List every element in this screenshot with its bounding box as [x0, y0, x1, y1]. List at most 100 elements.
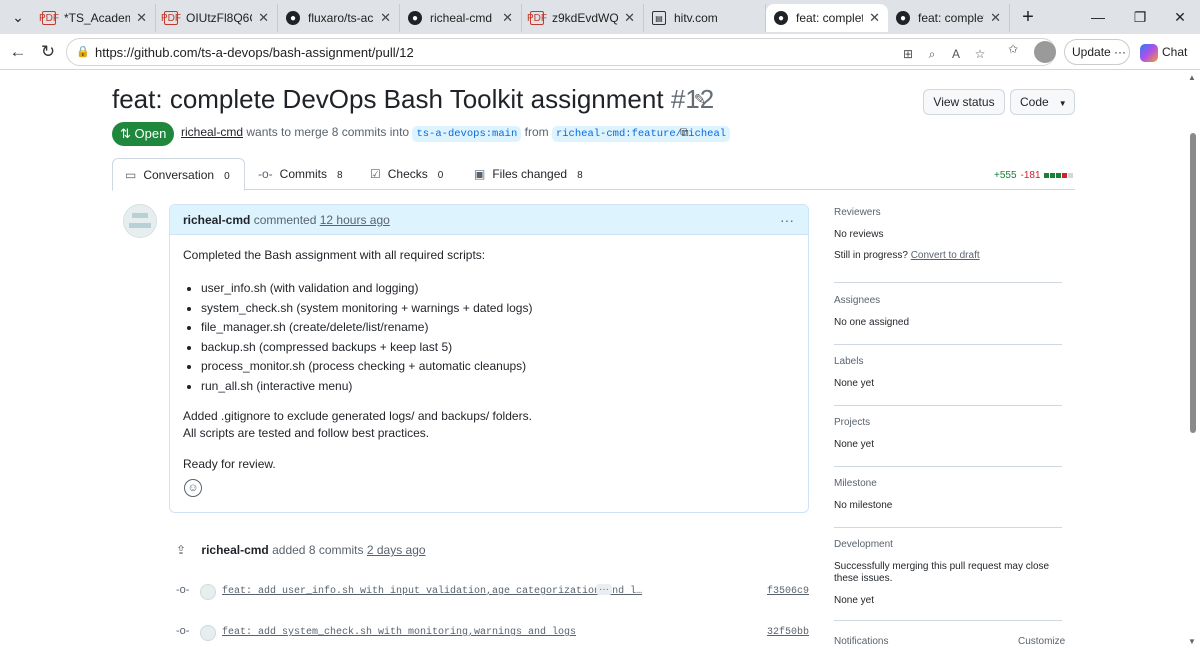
kebab-menu-icon[interactable]: ···: [780, 205, 794, 235]
browser-tab[interactable]: PDF z9kdEvdWQryh ✕: [522, 4, 644, 32]
comment-author[interactable]: richeal-cmd: [183, 213, 250, 227]
expand-commit-button[interactable]: ···: [596, 584, 612, 595]
commit-icon: -o-: [258, 167, 273, 181]
divider: [834, 344, 1062, 345]
browser-tab[interactable]: ● feat: complete ✕: [888, 4, 1010, 32]
tab-files-changed[interactable]: ▣ Files changed 8: [474, 158, 583, 190]
pencil-edit-icon[interactable]: ✎: [694, 91, 706, 108]
close-tab-icon[interactable]: ✕: [258, 10, 269, 26]
sidebar-projects: Projects None yet: [834, 417, 1062, 451]
close-tab-icon[interactable]: ✕: [136, 10, 147, 26]
diffstat-block: [1056, 172, 1062, 178]
author-link[interactable]: richeal-cmd: [181, 125, 243, 139]
sidebar-heading[interactable]: Assignees: [834, 295, 1062, 306]
list-item: process_monitor.sh (process checking + a…: [201, 359, 793, 379]
base-branch[interactable]: ts-a-devops:main: [412, 126, 522, 142]
sidebar-heading[interactable]: Projects: [834, 417, 1062, 428]
copilot-chat-button[interactable]: Chat: [1140, 39, 1192, 65]
browser-tab-active[interactable]: ● feat: complete ✕: [766, 4, 888, 32]
page-title: feat: complete DevOps Bash Toolkit assig…: [112, 84, 715, 114]
update-button[interactable]: Update ···: [1064, 39, 1130, 65]
scroll-up-arrow-icon[interactable]: ▲: [1188, 73, 1196, 82]
sidebar-labels: Labels None yet: [834, 356, 1062, 390]
page-icon: ▤: [652, 11, 666, 25]
sidebar-heading[interactable]: Reviewers: [834, 207, 1062, 218]
commit-message-link[interactable]: feat: add user_info.sh with input valida…: [222, 586, 642, 597]
sidebar-heading[interactable]: Labels: [834, 356, 1062, 367]
close-tab-icon[interactable]: ✕: [502, 10, 513, 26]
diffstat: +555 -181: [994, 170, 1074, 181]
app-install-icon[interactable]: ⊞: [899, 45, 917, 63]
close-window-button[interactable]: ✕: [1166, 5, 1194, 29]
close-tab-icon[interactable]: ✕: [624, 10, 635, 26]
browser-tab[interactable]: PDF *TS_Academy G ✕: [34, 4, 156, 32]
commit-sha-link[interactable]: 32f50bb: [767, 627, 809, 638]
browser-tab[interactable]: PDF OIUtzFl8Q6Cuh ✕: [156, 4, 278, 32]
avatar[interactable]: [200, 584, 216, 600]
new-tab-button[interactable]: +: [1014, 5, 1042, 29]
convert-to-draft-link[interactable]: Convert to draft: [911, 250, 980, 261]
tab-commits[interactable]: -o- Commits 8: [258, 158, 343, 190]
event-author[interactable]: richeal-cmd: [201, 543, 268, 557]
list-item: user_info.sh (with validation and loggin…: [201, 281, 793, 301]
commit-sha-link[interactable]: f3506c9: [767, 586, 809, 597]
commit-dot-icon: -o-: [176, 584, 190, 596]
sidebar-development: Development Successfully merging this pu…: [834, 539, 1062, 606]
diffstat-block: [1044, 172, 1050, 178]
add-reaction-smiley-icon[interactable]: ☺: [184, 479, 202, 497]
tab-actions-chevron-icon[interactable]: ⌄: [4, 5, 32, 29]
sidebar-reviewers: Reviewers No reviews Still in progress? …: [834, 207, 1062, 261]
profile-avatar[interactable]: [1034, 41, 1056, 63]
copy-icon[interactable]: ⧉: [680, 125, 689, 140]
close-tab-icon[interactable]: ✕: [380, 10, 391, 26]
sidebar-notifications: Notifications Customize: [834, 636, 1065, 647]
browser-tab[interactable]: ● richeal-cmd ✕: [400, 4, 522, 32]
event-timestamp[interactable]: 2 days ago: [367, 543, 426, 557]
browser-tab[interactable]: ▤ hitv.com: [644, 4, 766, 32]
avatar[interactable]: [123, 204, 157, 238]
commit-message-link[interactable]: feat: add system_check.sh with monitorin…: [222, 627, 576, 638]
sidebar-heading[interactable]: Development: [834, 539, 1062, 550]
tab-conversation[interactable]: ▭ Conversation 0: [112, 158, 245, 191]
url-field[interactable]: 🔒 https://github.com/ts-a-devops/bash-as…: [66, 38, 1056, 66]
maximize-button[interactable]: ❐: [1126, 5, 1154, 29]
divider: [834, 527, 1062, 528]
site-info-icon[interactable]: 🔒: [75, 44, 91, 60]
favorites-icon[interactable]: ✩: [1004, 40, 1022, 58]
minimize-button[interactable]: —: [1084, 5, 1112, 29]
refresh-icon[interactable]: ↻: [36, 40, 60, 64]
read-aloud-icon[interactable]: A: [947, 45, 965, 63]
divider: [834, 282, 1062, 283]
scroll-down-arrow-icon[interactable]: ▼: [1188, 637, 1196, 646]
tab-checks[interactable]: ☑ Checks 0: [370, 158, 443, 190]
pr-description-comment: richeal-cmd commented 12 hours ago ··· C…: [169, 204, 809, 513]
favorite-star-icon[interactable]: ☆: [971, 45, 989, 63]
close-tab-icon[interactable]: ✕: [990, 10, 1001, 26]
customize-link[interactable]: Customize: [1018, 636, 1065, 647]
divider: [834, 620, 1062, 621]
page-scrollbar[interactable]: ▲ ▼: [1188, 71, 1198, 648]
pdf-icon: PDF: [527, 11, 547, 25]
scrollbar-thumb[interactable]: [1190, 133, 1196, 433]
comment-body: Completed the Bash assignment with all r…: [183, 248, 793, 471]
github-icon: ●: [408, 11, 422, 25]
code-dropdown-button[interactable]: Code ▼: [1010, 89, 1075, 115]
pdf-icon: PDF: [39, 11, 59, 25]
caret-down-icon: ▼: [1058, 99, 1067, 108]
zoom-icon[interactable]: ⌕: [923, 45, 941, 63]
sidebar-assignees: Assignees No one assigned: [834, 295, 1062, 329]
back-arrow-icon[interactable]: ←: [6, 40, 30, 64]
sidebar-heading[interactable]: Milestone: [834, 478, 1062, 489]
commit-row: -o- feat: add system_check.sh with monit…: [176, 625, 809, 641]
diffstat-blocks: [1043, 170, 1074, 181]
avatar[interactable]: [200, 625, 216, 641]
view-status-button[interactable]: View status: [923, 89, 1005, 115]
file-diff-icon: ▣: [474, 167, 486, 181]
comment-timestamp[interactable]: 12 hours ago: [320, 213, 390, 227]
comment-header: richeal-cmd commented 12 hours ago ···: [170, 205, 808, 235]
repo-push-icon: ⇪: [176, 543, 187, 557]
close-tab-icon[interactable]: ✕: [869, 10, 880, 26]
pull-request-icon: ⇅: [120, 126, 131, 141]
browser-tab[interactable]: ● fluxaro/ts-acad ✕: [278, 4, 400, 32]
head-branch[interactable]: richeal-cmd:feature/richeal: [551, 126, 731, 142]
